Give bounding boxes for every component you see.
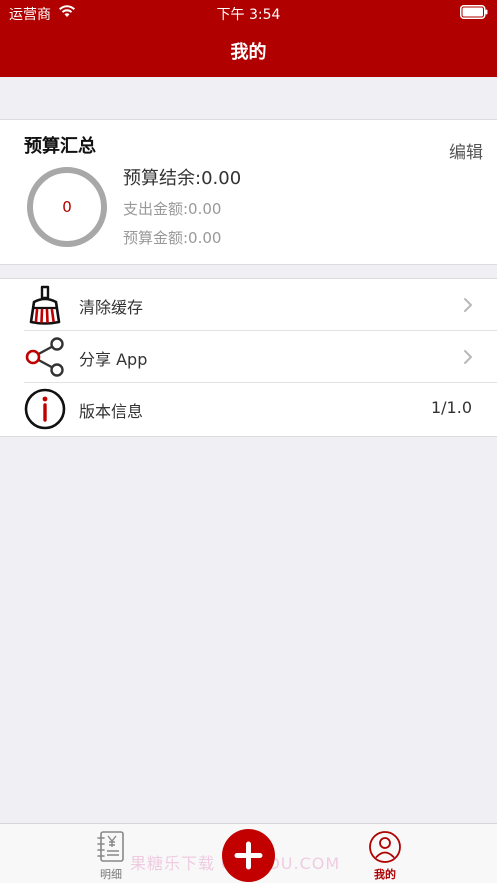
menu-item-label: 版本信息 [79,402,144,421]
menu-item-label: 清除缓存 [79,298,144,317]
add-record-button[interactable] [222,829,275,882]
budget-summary-card: 预算汇总 编辑 0 预算结余:0.00 支出金额:0.00 预算金额:0.00 [0,119,497,265]
page-title: 我的 [230,42,267,63]
chevron-right-icon [464,350,472,364]
menu-item-version-info[interactable]: 版本信息 1/1.0 [0,383,497,435]
tab-mine[interactable]: 我的 [355,824,415,883]
menu-item-label: 分享 App [79,350,148,369]
menu-item-share-app[interactable]: 分享 App [0,331,497,383]
menu-item-clear-cache[interactable]: 清除缓存 [0,279,497,331]
app-header: 运营商 下午 3:54 我的 [0,0,497,77]
status-time: 下午 3:54 [216,7,281,23]
budget-balance: 预算结余:0.00 [123,168,242,189]
ledger-icon [97,831,124,862]
battery-icon [460,5,488,19]
chevron-right-icon [464,298,472,312]
budget-summary-title: 预算汇总 [24,136,96,157]
settings-menu: 清除缓存 分享 App 版本信息 1/1.0 [0,278,497,437]
budget-ring-value: 0 [62,198,72,216]
status-bar: 运营商 下午 3:54 [0,0,497,26]
expense-amount: 支出金额:0.00 [123,200,222,218]
tab-label: 我的 [374,868,396,881]
edit-button[interactable]: 编辑 [449,138,483,163]
info-icon [24,388,66,430]
plus-icon [234,841,263,870]
user-icon [369,831,401,863]
version-number: 1/1.0 [430,398,472,417]
share-icon [25,337,64,377]
budget-amount: 预算金额:0.00 [123,229,222,247]
tab-bar: 明细 果糖乐下载 GXLEDU.COM 我的 [0,823,497,883]
broom-icon [29,285,61,325]
